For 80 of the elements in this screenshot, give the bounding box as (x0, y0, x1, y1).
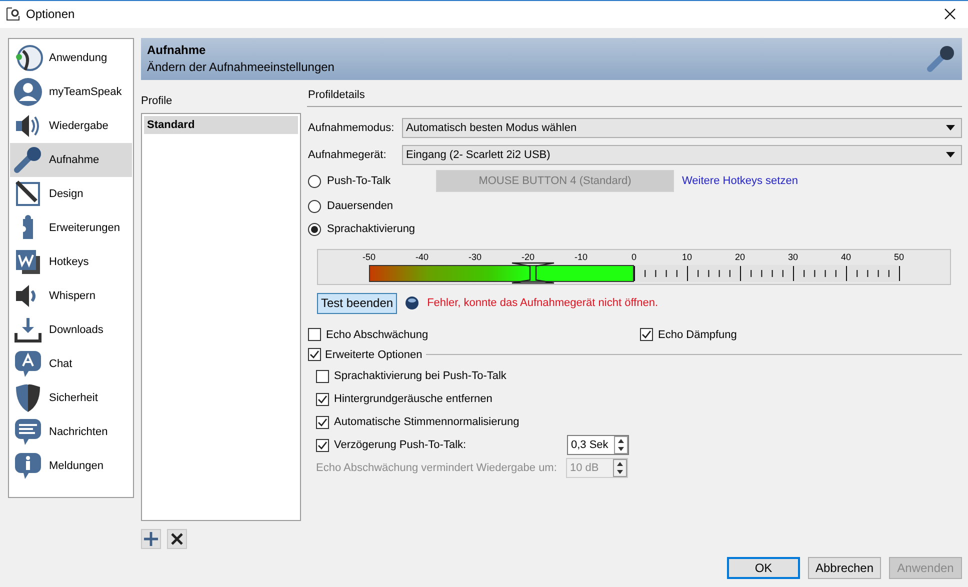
device-dropdown[interactable]: Eingang (2- Scarlett 2i2 USB) (402, 144, 962, 165)
tick-label: -10 (574, 252, 588, 262)
dropdown-arrow-icon (946, 152, 955, 158)
sidebar-item[interactable]: Aufnahme (10, 142, 132, 177)
test-button[interactable]: Test beenden (317, 292, 398, 314)
status-light-icon (405, 296, 420, 310)
tick-label: 20 (735, 252, 745, 262)
settings-window-icon (6, 7, 20, 22)
profile-item[interactable]: Standard (144, 116, 298, 134)
radio-button[interactable] (308, 174, 321, 188)
page-subtitle: Ändern der Aufnahmeeinstellungen (147, 60, 336, 74)
checkbox[interactable] (316, 392, 329, 406)
tick-label: 30 (788, 252, 798, 262)
info-icon (13, 450, 43, 481)
hotkeys-link[interactable]: Weitere Hotkeys setzen (682, 175, 798, 188)
checkbox-label: Hintergrundgeräusche entfernen (334, 392, 492, 406)
delete-button[interactable] (167, 528, 187, 549)
error-message: Fehler, konnte das Aufnahmegerät nicht öffnen. (427, 297, 658, 310)
spin-field[interactable]: 0,3 Sek (567, 435, 629, 456)
sidebar-item[interactable]: Nachrichten (10, 414, 132, 449)
mode-dropdown[interactable]: Automatisch besten Modus wählen (402, 118, 962, 138)
window-title: Optionen (26, 7, 76, 22)
sidebar-item[interactable]: Downloads (10, 312, 132, 347)
sidebar-item[interactable]: Hotkeys (10, 244, 132, 279)
tick-label: -30 (468, 252, 482, 262)
radio-label: Push-To-Talk (327, 174, 391, 188)
shield-icon (13, 382, 43, 413)
tick-label: -50 (362, 252, 376, 262)
dropdown-arrow-icon (946, 125, 955, 132)
chat-bubble-icon (13, 416, 43, 447)
radio-button[interactable] (308, 200, 321, 213)
page-title: Aufnahme (147, 43, 207, 58)
checkbox-label: Echo Abschwächung (326, 328, 428, 342)
radio-label: Dauersenden (327, 199, 394, 214)
checkbox[interactable] (316, 438, 329, 452)
sidebar-item[interactable]: Erweiterungen (10, 210, 132, 245)
tick-label: 40 (841, 252, 851, 262)
sidebar-item[interactable]: Anwendung (10, 40, 132, 75)
radio-button[interactable] (308, 222, 321, 236)
checkbox-label: Automatische Stimmennormalisierung (334, 415, 520, 430)
radio-label: Sprachaktivierung (327, 222, 416, 236)
checkbox[interactable] (308, 348, 321, 362)
checkbox-label: Echo Dämpfung (658, 328, 737, 342)
checkbox-label: Sprachaktivierung bei Push-To-Talk (334, 369, 506, 384)
chat-bubble-icon (13, 348, 43, 379)
field-label: Aufnahmegerät: (308, 148, 386, 162)
threshold-handle[interactable] (510, 262, 556, 284)
tick-label: 10 (682, 252, 692, 262)
headset-icon (13, 42, 43, 73)
dialog-button[interactable]: OK (727, 556, 800, 579)
field-label: Aufnahmemodus: (308, 121, 394, 136)
checkbox[interactable] (316, 370, 329, 383)
spin-arrows-icon[interactable] (614, 436, 628, 454)
section-label: Profile (141, 94, 174, 108)
checkbox[interactable] (308, 328, 321, 342)
pencil-icon (13, 178, 43, 209)
close-icon[interactable] (944, 8, 956, 20)
section-label: Profildetails (308, 88, 365, 101)
tick-label: -40 (416, 252, 428, 262)
checkbox[interactable] (316, 416, 329, 429)
person-icon (13, 76, 43, 107)
microphone-icon (926, 44, 956, 74)
sidebar-item[interactable]: Design (10, 176, 132, 211)
checkbox-label: Verzögerung Push-To-Talk: (334, 438, 466, 452)
spin-arrows-icon[interactable] (613, 459, 627, 478)
microphone-icon (13, 144, 43, 175)
add-button[interactable] (141, 528, 161, 549)
sidebar-item[interactable]: Wiedergabe (10, 108, 132, 143)
group-label: Erweiterte Optionen (325, 348, 422, 362)
sidebar-item[interactable]: Whispern (10, 278, 132, 313)
field-label: Echo Abschwächung vermindert Wiedergabe um: (316, 461, 557, 476)
tick-label: 0 (632, 252, 636, 262)
dialog-button[interactable]: Abbrechen (808, 556, 881, 579)
tick-label: 50 (894, 252, 904, 262)
checkbox[interactable] (640, 328, 653, 342)
sidebar-item[interactable]: myTeamSpeak (10, 74, 132, 109)
sidebar-item[interactable]: Chat (10, 346, 132, 381)
sidebar-item[interactable]: Sicherheit (10, 380, 132, 415)
tick-label: -20 (522, 252, 534, 262)
sidebar-item[interactable]: Meldungen (10, 448, 132, 483)
